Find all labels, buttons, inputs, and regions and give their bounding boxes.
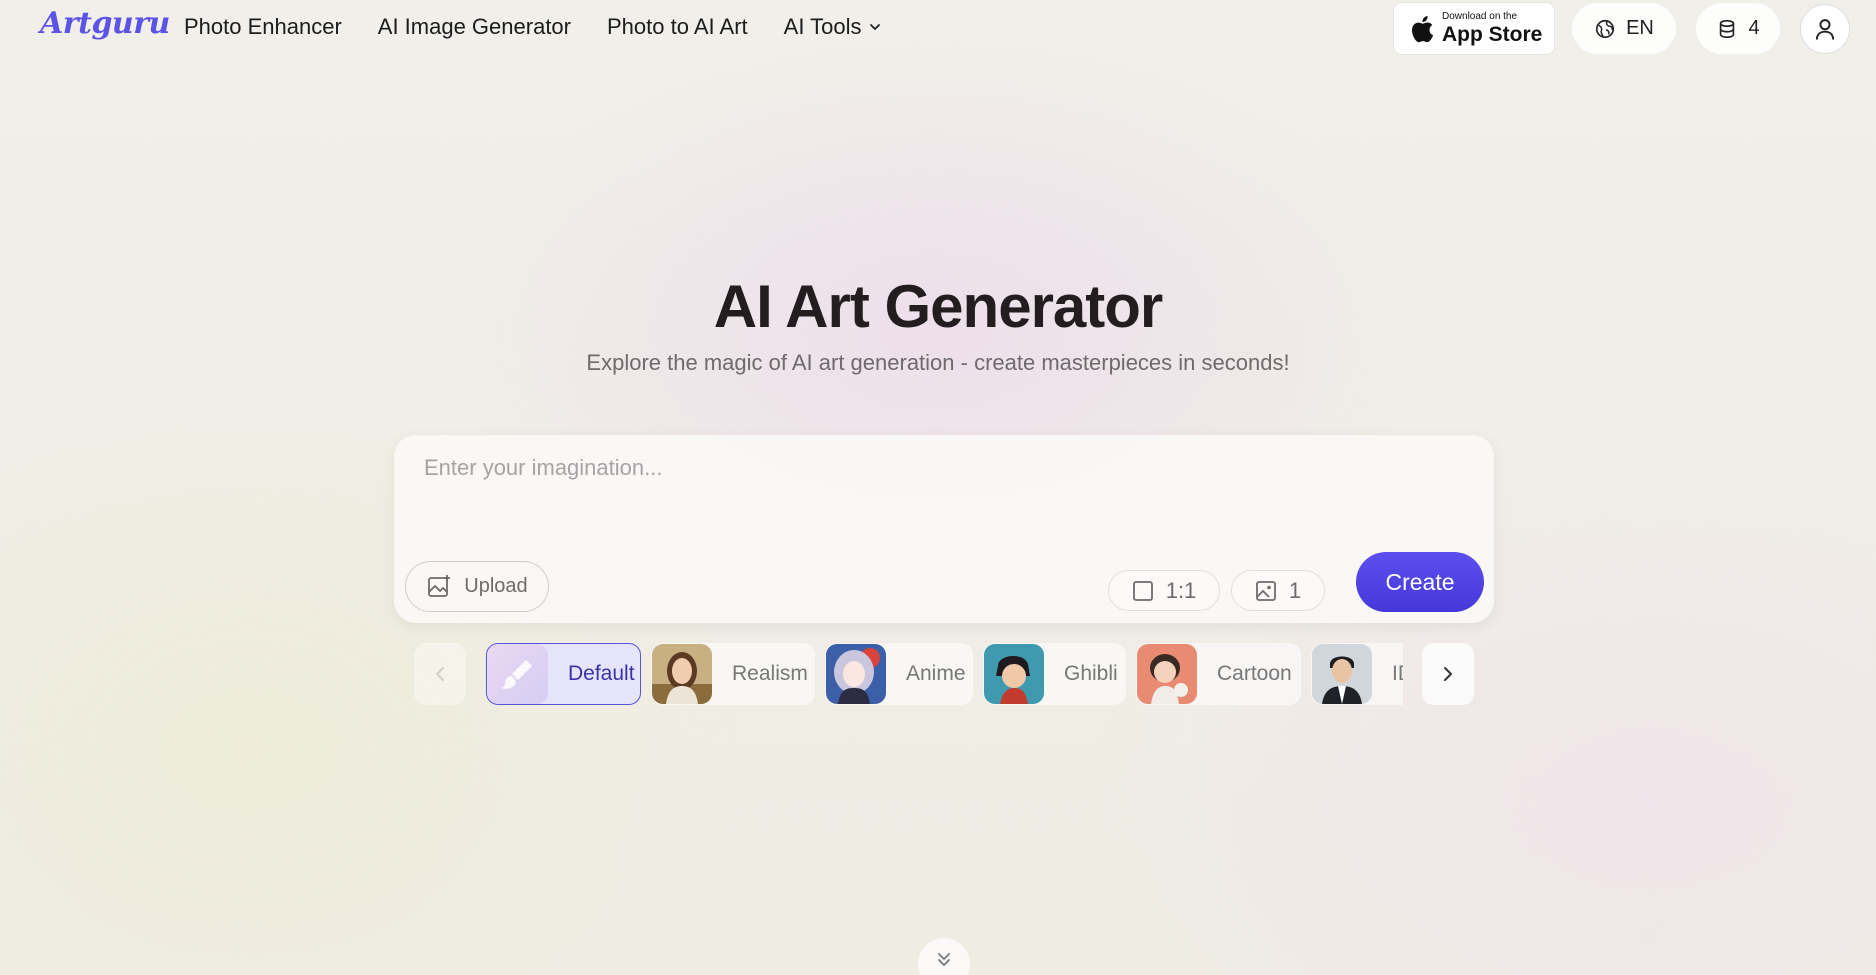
chevron-right-icon bbox=[1444, 667, 1452, 681]
image-count-value: 1 bbox=[1288, 577, 1302, 603]
nav-ai-image-generator[interactable]: AI Image Generator bbox=[378, 14, 571, 40]
style-anime-label: Anime bbox=[906, 662, 966, 685]
scroll-down-button[interactable] bbox=[918, 938, 970, 975]
nav-photo-enhancer[interactable]: Photo Enhancer bbox=[184, 14, 342, 40]
chevron-down-icon bbox=[869, 24, 880, 30]
aspect-ratio-selector[interactable]: 1:1 bbox=[1108, 570, 1220, 611]
style-cartoon[interactable]: Cartoon bbox=[1136, 643, 1301, 705]
style-cartoon-label: Cartoon bbox=[1217, 662, 1292, 685]
top-navbar: Artguru Photo Enhancer AI Image Generato… bbox=[0, 0, 1876, 56]
app-store-small-text: Download on the bbox=[1442, 11, 1518, 22]
style-id-photo-label: ID Photo bbox=[1392, 662, 1403, 685]
styles-prev-button[interactable] bbox=[414, 643, 466, 705]
apple-icon bbox=[1408, 14, 1434, 44]
create-button[interactable]: Create bbox=[1356, 552, 1484, 612]
user-icon bbox=[1815, 19, 1835, 40]
coins-stack-icon bbox=[1720, 19, 1735, 38]
nav-ai-tools-label: AI Tools bbox=[783, 14, 862, 39]
double-chevron-down-icon bbox=[938, 953, 950, 966]
app-store-big-text: App Store bbox=[1442, 23, 1543, 46]
app-store-button[interactable]: Download on the App Store bbox=[1394, 3, 1554, 54]
cartoon-thumbnail bbox=[1137, 644, 1197, 704]
style-id-photo[interactable]: ID Photo bbox=[1311, 643, 1403, 705]
credits-balance[interactable]: 4 bbox=[1696, 3, 1780, 54]
style-ghibli-label: Ghibli bbox=[1064, 662, 1118, 685]
nav-photo-enhancer-label: Photo Enhancer bbox=[184, 14, 342, 39]
upload-label: Upload bbox=[464, 575, 528, 597]
language-label: EN bbox=[1626, 17, 1654, 39]
image-count-selector[interactable]: 1 bbox=[1231, 570, 1325, 611]
image-upload-icon bbox=[428, 574, 451, 597]
style-ghibli[interactable]: Ghibli bbox=[983, 643, 1126, 705]
aspect-ratio-value: 1:1 bbox=[1165, 577, 1197, 603]
artguru-logo[interactable]: Artguru bbox=[40, 6, 170, 41]
styles-next-button[interactable] bbox=[1422, 643, 1474, 705]
nav-ai-tools-dropdown[interactable]: AI Tools bbox=[784, 14, 882, 40]
main-nav: Photo Enhancer AI Image Generator Photo … bbox=[184, 14, 882, 40]
style-default-label: Default bbox=[568, 662, 635, 685]
globe-icon bbox=[1596, 19, 1615, 38]
id-photo-thumbnail bbox=[1312, 644, 1372, 704]
style-default[interactable]: Default bbox=[486, 643, 641, 705]
credits-count: 4 bbox=[1748, 17, 1760, 39]
prompt-input[interactable] bbox=[424, 455, 1464, 535]
square-ratio-icon bbox=[1132, 580, 1153, 601]
nav-photo-to-ai-art[interactable]: Photo to AI Art bbox=[607, 14, 748, 40]
upload-button[interactable]: Upload bbox=[405, 561, 549, 612]
anime-thumbnail bbox=[826, 644, 886, 704]
page-subtitle: Explore the magic of AI art generation -… bbox=[586, 350, 1290, 375]
image-icon bbox=[1255, 580, 1276, 601]
style-anime[interactable]: Anime bbox=[825, 643, 973, 705]
nav-photo-to-ai-art-label: Photo to AI Art bbox=[607, 14, 748, 39]
ghibli-thumbnail bbox=[984, 644, 1044, 704]
prompt-panel: Upload 1:1 1 Create bbox=[394, 435, 1494, 623]
nav-ai-image-generator-label: AI Image Generator bbox=[377, 14, 571, 39]
realism-thumbnail bbox=[652, 644, 712, 704]
style-realism-label: Realism bbox=[732, 662, 808, 685]
language-selector[interactable]: EN bbox=[1572, 3, 1676, 54]
style-presets-list: Default Realism Anime Ghibli Cartoon ID … bbox=[486, 643, 1403, 705]
chevron-left-icon bbox=[436, 667, 444, 681]
page-title: AI Art Generator bbox=[713, 273, 1164, 340]
style-realism[interactable]: Realism bbox=[651, 643, 815, 705]
brush-icon bbox=[488, 644, 548, 704]
user-avatar-button[interactable] bbox=[1800, 4, 1850, 54]
